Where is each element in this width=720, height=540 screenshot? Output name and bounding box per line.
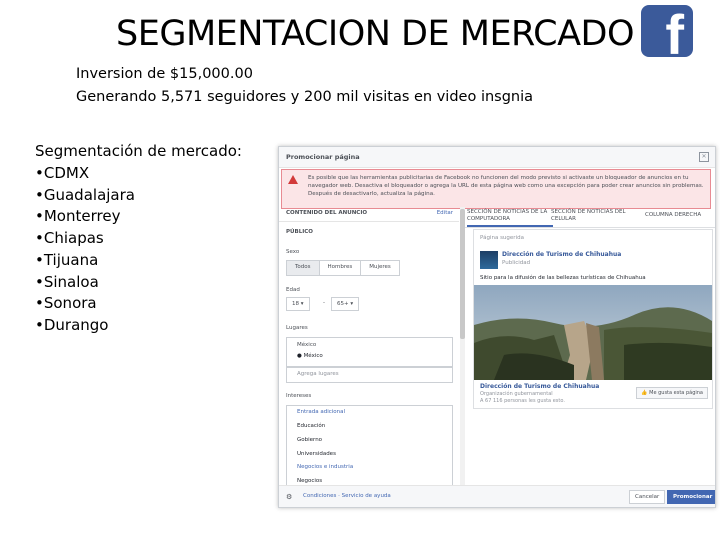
intereses-label: Intereses [286,393,312,399]
edad-label: Edad [286,287,300,293]
list-item: Monterrey [35,206,135,228]
page-description: Sitio para la difusión de las bellezas t… [480,275,646,281]
promote-button[interactable]: Promocionar [667,490,715,504]
close-icon[interactable]: ✕ [699,152,709,162]
interest-item[interactable]: Negocios [297,478,322,484]
terms-help-links[interactable]: Condiciones · Servicio de ayuda [303,493,391,499]
facebook-logo-icon: f [641,5,693,57]
lugares-label: Lugares [286,325,308,331]
slide-title: SEGMENTACION DE MERCADO [116,14,635,54]
list-item: Guadalajara [35,185,135,207]
page-name[interactable]: Dirección de Turismo de Chihuahua [502,251,621,258]
list-item: Chiapas [35,228,135,250]
interests-section: Entrada adicional [297,409,346,415]
list-item: Durango [35,315,135,337]
ad-content-header: CONTENIDO DEL ANUNCIO Editar [279,207,459,222]
add-location-input[interactable]: Agrega lugares [286,367,453,383]
segmentation-heading: Segmentación de mercado: [35,142,242,160]
gender-selector: Todos Hombres Mujeres [286,260,400,276]
page-avatar [480,251,498,269]
edit-link[interactable]: Editar [437,210,453,216]
canyon-landscape-image [474,285,712,380]
page-likes: A 67 116 personas les gusta esto. [480,398,565,404]
interest-item[interactable]: Gobierno [297,437,322,443]
sponsored-label: Publicidad [502,260,531,266]
investment-line: Inversion de $15,000.00 [76,66,253,82]
age-to-select[interactable]: 65+ ▾ [331,297,360,311]
gender-option-all[interactable]: Todos [287,261,320,275]
sexo-label: Sexo [286,249,300,255]
gender-option-women[interactable]: Mujeres [361,261,399,275]
audience-label: PÚBLICO [286,229,313,235]
ad-content-label: CONTENIDO DEL ANUNCIO [286,210,368,216]
interests-section: Negocios e industria [297,464,354,470]
interest-item[interactable]: Universidades [297,451,336,457]
tab-mobile-feed[interactable]: SECCIÓN DE NOTICIAS DEL CELULAR [551,209,635,223]
gender-option-men[interactable]: Hombres [320,261,362,275]
results-line: Generando 5,571 seguidores y 200 mil vis… [76,89,534,105]
tab-desktop-feed[interactable]: SECCIÓN DE NOTICIAS DE LA COMPUTADORA [467,209,553,227]
ad-preview: Página sugerida Dirección de Turismo de … [473,229,713,409]
tab-right-column[interactable]: COLUMNA DERECHA [645,212,701,219]
age-from-select[interactable]: 18 ▾ [286,297,310,311]
location-box: México ● México [286,337,453,367]
adblock-warning: Es posible que las herramientas publicit… [281,169,711,209]
promote-page-dialog: Promocionar página ✕ Es posible que las … [278,146,716,508]
interests-box: Entrada adicional Educación Gobierno Uni… [286,405,453,489]
interest-item[interactable]: Educación [297,423,325,429]
list-item: Sonora [35,293,135,315]
page-name-secondary[interactable]: Dirección de Turismo de Chihuahua [480,383,599,390]
list-item: CDMX [35,163,135,185]
dialog-title: Promocionar página [286,153,360,161]
list-item: Tijuana [35,250,135,272]
warning-text: Es posible que las herramientas publicit… [308,175,704,197]
cancel-button[interactable]: Cancelar [629,490,666,504]
country-label: México [297,342,317,348]
left-scrollbar[interactable] [460,207,465,487]
dialog-footer: ⚙ Condiciones · Servicio de ayuda Cancel… [279,485,715,507]
page-category: Organización gubernamental [480,391,553,397]
list-item: Sinaloa [35,272,135,294]
suggested-page-label: Página sugerida [480,235,524,241]
warning-icon [288,175,298,184]
like-page-button[interactable]: 👍 Me gusta esta página [636,387,708,399]
location-item[interactable]: ● México [297,353,323,359]
placement-tabs: SECCIÓN DE NOTICIAS DE LA COMPUTADORA SE… [465,207,715,228]
age-dash: - [323,300,325,306]
dialog-header: Promocionar página ✕ [279,147,715,168]
city-list: CDMX Guadalajara Monterrey Chiapas Tijua… [35,163,135,337]
gear-icon[interactable]: ⚙ [286,493,292,501]
